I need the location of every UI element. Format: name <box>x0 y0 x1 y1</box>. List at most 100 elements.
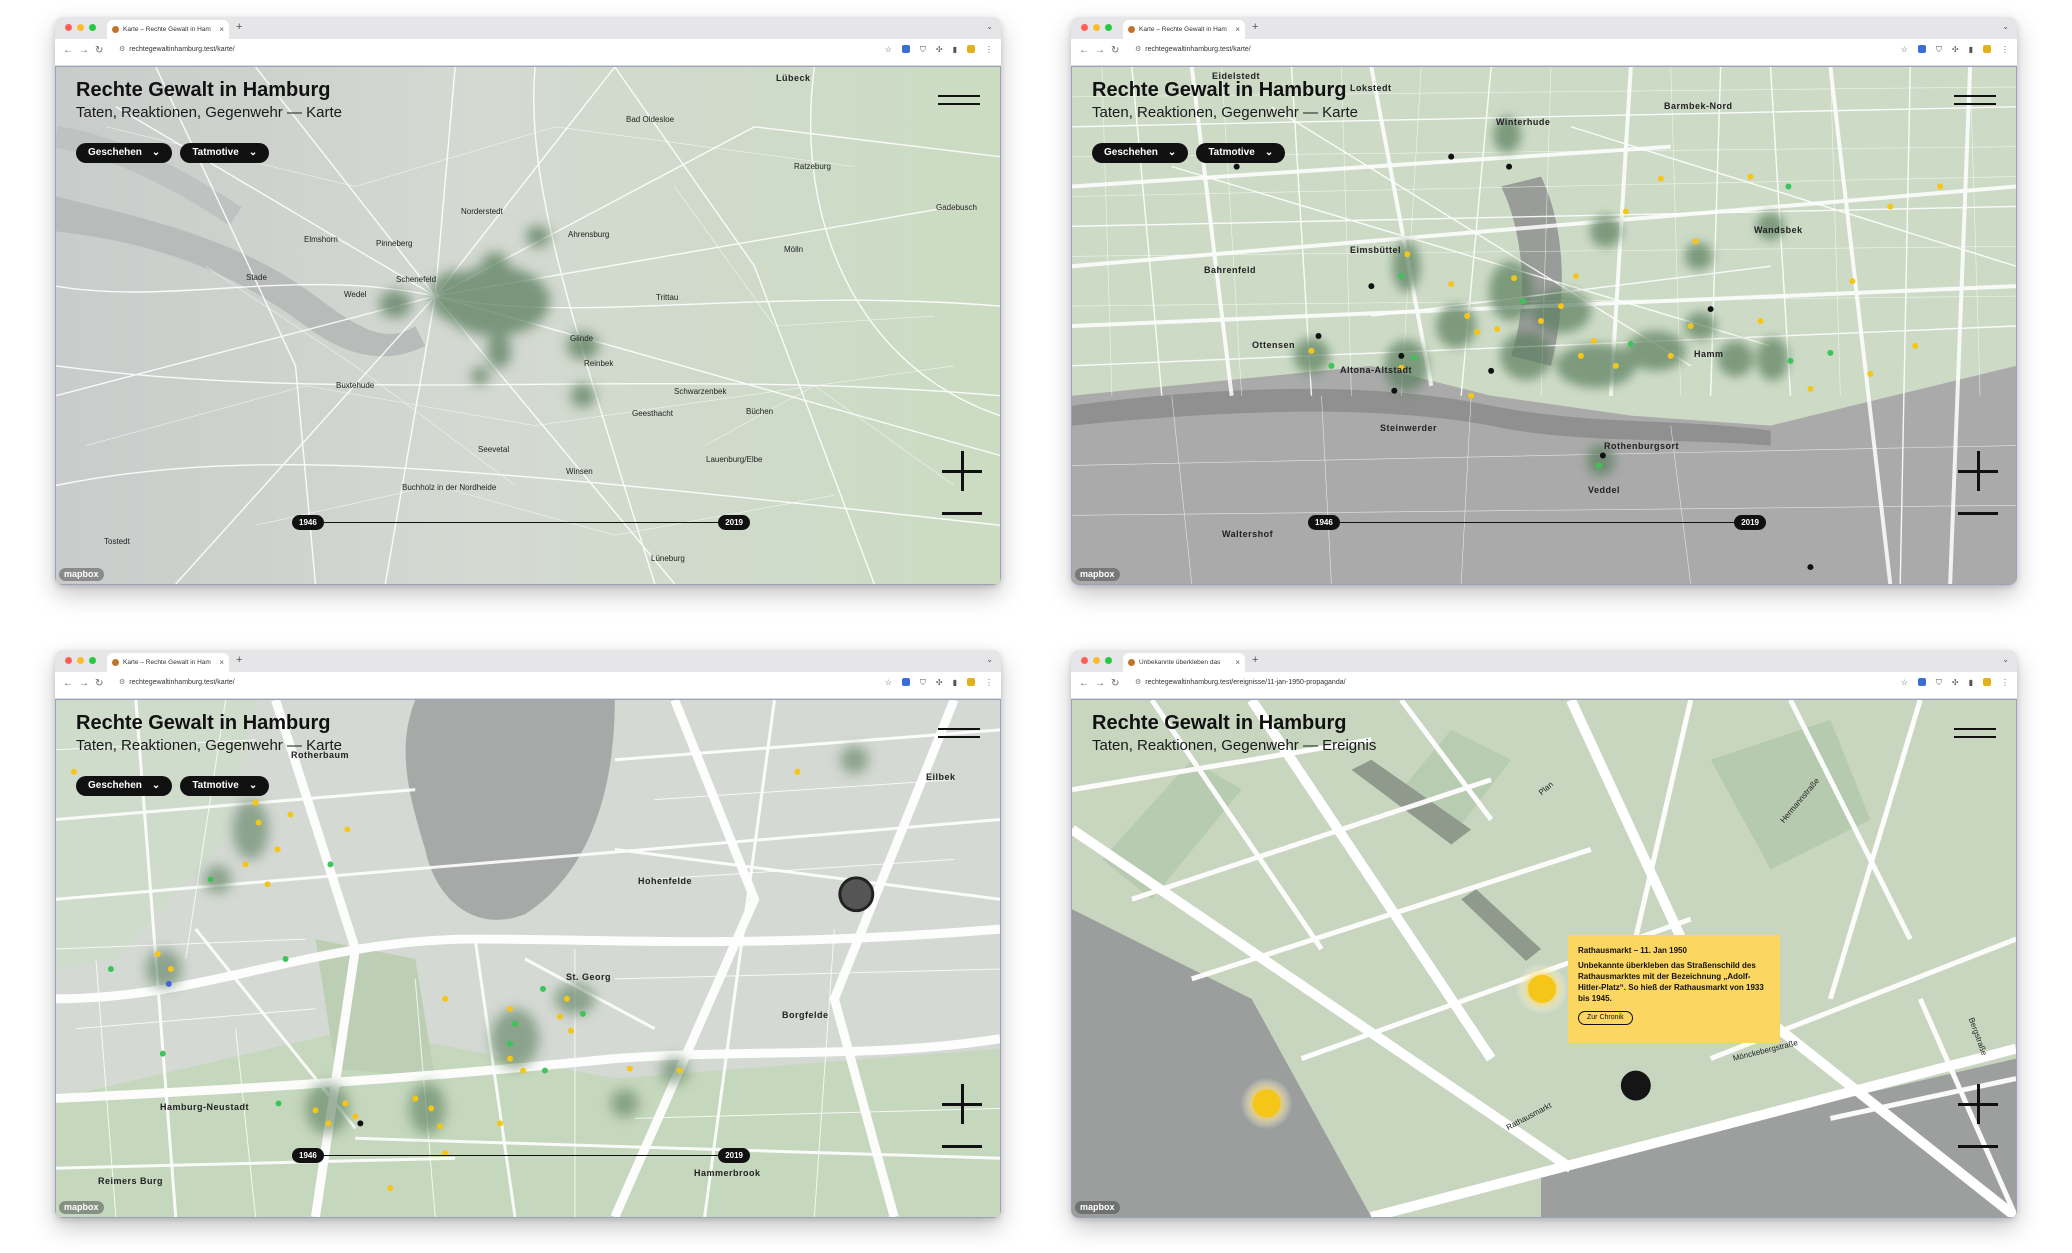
sidebar-icon[interactable]: ▮ <box>1969 678 1973 688</box>
close-window-button[interactable] <box>65 657 72 664</box>
map-canvas[interactable]: Eidelstedt Lokstedt Winterhude Barmbek-N… <box>1071 66 2017 585</box>
maximize-window-button[interactable] <box>89 24 96 31</box>
more-menu-icon[interactable]: ⋮ <box>985 678 993 688</box>
more-menu-icon[interactable]: ⋮ <box>985 45 993 55</box>
site-info-icon[interactable]: ⚙ <box>1135 679 1141 686</box>
filter-geschehen-button[interactable]: Geschehen ⌄ <box>76 776 173 796</box>
filter-geschehen-button[interactable]: Geschehen ⌄ <box>76 143 173 163</box>
close-tab-icon[interactable]: × <box>1235 653 1240 672</box>
browser-tab[interactable]: Karte – Rechte Gewalt in Ham × <box>107 20 229 39</box>
site-info-icon[interactable]: ⚙ <box>119 679 125 686</box>
browser-tab[interactable]: Karte – Rechte Gewalt in Ham × <box>1123 20 1245 39</box>
maximize-window-button[interactable] <box>1105 24 1112 31</box>
site-title[interactable]: Rechte Gewalt in Hamburg <box>76 79 331 102</box>
timeline-slider[interactable]: 1946 2019 <box>292 1148 750 1164</box>
back-icon[interactable]: ← <box>1079 678 1089 689</box>
timeline-slider[interactable]: 1946 2019 <box>292 515 750 531</box>
close-tab-icon[interactable]: × <box>219 20 224 39</box>
bookmark-star-icon[interactable]: ☆ <box>1901 45 1908 55</box>
extension-icon[interactable] <box>1917 45 1926 53</box>
filter-geschehen-button[interactable]: Geschehen ⌄ <box>1092 143 1189 163</box>
filter-tatmotive-button[interactable]: Tatmotive ⌄ <box>180 143 270 163</box>
address-bar[interactable]: ⚙ rechtegewaltinhamburg.test/ereignisse/1… <box>1135 678 1346 686</box>
sidebar-icon[interactable]: ▮ <box>953 45 957 55</box>
map-canvas[interactable]: Rotherbaum Eilbek Hohenfelde St. Georg B… <box>55 699 1001 1218</box>
zoom-in-button[interactable] <box>942 1084 982 1124</box>
menu-hamburger-icon[interactable] <box>1954 728 1996 744</box>
reload-icon[interactable]: ↻ <box>1111 45 1119 56</box>
puzzle-icon[interactable]: ✣ <box>1952 678 1959 688</box>
back-icon[interactable]: ← <box>1079 45 1089 56</box>
browser-tab[interactable]: Karte – Rechte Gewalt in Ham × <box>107 653 229 672</box>
menu-hamburger-icon[interactable] <box>938 95 980 111</box>
extension-icon[interactable] <box>901 45 910 53</box>
map-canvas[interactable]: Lübeck Bad Oldesloe Ratzeburg Mölln Pinn… <box>55 66 1001 585</box>
address-bar[interactable]: ⚙ rechtegewaltinhamburg.test/karte/ <box>119 678 235 686</box>
more-menu-icon[interactable]: ⋮ <box>2001 45 2009 55</box>
new-tab-icon[interactable]: + <box>1252 21 1258 33</box>
mapbox-logo[interactable]: mapbox <box>1075 1201 1120 1214</box>
back-icon[interactable]: ← <box>63 678 73 689</box>
timeline-end-handle[interactable]: 2019 <box>718 1148 750 1163</box>
zoom-out-button[interactable] <box>942 493 982 533</box>
mapbox-logo[interactable]: mapbox <box>59 568 104 581</box>
shield-icon[interactable]: ⛉ <box>1936 678 1942 688</box>
timeline-start-handle[interactable]: 1946 <box>292 515 324 530</box>
puzzle-icon[interactable]: ✣ <box>936 45 943 55</box>
address-bar[interactable]: ⚙ rechtegewaltinhamburg.test/karte/ <box>119 45 235 53</box>
tab-menu-icon[interactable]: ⌄ <box>2002 655 2009 664</box>
close-window-button[interactable] <box>65 24 72 31</box>
profile-avatar[interactable] <box>1983 678 1991 686</box>
site-info-icon[interactable]: ⚙ <box>1135 46 1141 53</box>
reload-icon[interactable]: ↻ <box>95 678 103 689</box>
zoom-in-button[interactable] <box>1958 451 1998 491</box>
minimize-window-button[interactable] <box>1093 657 1100 664</box>
menu-hamburger-icon[interactable] <box>1954 95 1996 111</box>
bookmark-star-icon[interactable]: ☆ <box>1901 678 1908 688</box>
filter-tatmotive-button[interactable]: Tatmotive ⌄ <box>1196 143 1286 163</box>
sidebar-icon[interactable]: ▮ <box>1969 45 1973 55</box>
close-tab-icon[interactable]: × <box>1235 20 1240 39</box>
bookmark-star-icon[interactable]: ☆ <box>885 678 892 688</box>
new-tab-icon[interactable]: + <box>1252 654 1258 666</box>
browser-tab[interactable]: Unbekannte überkleben das × <box>1123 653 1245 672</box>
reload-icon[interactable]: ↻ <box>1111 678 1119 689</box>
reload-icon[interactable]: ↻ <box>95 45 103 56</box>
address-bar[interactable]: ⚙ rechtegewaltinhamburg.test/karte/ <box>1135 45 1251 53</box>
maximize-window-button[interactable] <box>1105 657 1112 664</box>
forward-icon[interactable]: → <box>1095 678 1105 689</box>
new-tab-icon[interactable]: + <box>236 654 242 666</box>
zoom-in-button[interactable] <box>942 451 982 491</box>
bookmark-star-icon[interactable]: ☆ <box>885 45 892 55</box>
timeline-end-handle[interactable]: 2019 <box>1734 515 1766 530</box>
new-tab-icon[interactable]: + <box>236 21 242 33</box>
shield-icon[interactable]: ⛉ <box>920 678 926 688</box>
tab-menu-icon[interactable]: ⌄ <box>2002 22 2009 31</box>
puzzle-icon[interactable]: ✣ <box>1952 45 1959 55</box>
puzzle-icon[interactable]: ✣ <box>936 678 943 688</box>
timeline-end-handle[interactable]: 2019 <box>718 515 750 530</box>
close-window-button[interactable] <box>1081 657 1088 664</box>
timeline-slider[interactable]: 1946 2019 <box>1308 515 1766 531</box>
tab-menu-icon[interactable]: ⌄ <box>986 655 993 664</box>
site-title[interactable]: Rechte Gewalt in Hamburg <box>1092 712 1347 735</box>
shield-icon[interactable]: ⛉ <box>1936 45 1942 55</box>
tab-menu-icon[interactable]: ⌄ <box>986 22 993 31</box>
map-canvas[interactable]: Mönckebergstraße Bergstraße Rathausmarkt… <box>1071 699 2017 1218</box>
sidebar-icon[interactable]: ▮ <box>953 678 957 688</box>
timeline-start-handle[interactable]: 1946 <box>292 1148 324 1163</box>
timeline-start-handle[interactable]: 1946 <box>1308 515 1340 530</box>
minimize-window-button[interactable] <box>1093 24 1100 31</box>
minimize-window-button[interactable] <box>77 24 84 31</box>
menu-hamburger-icon[interactable] <box>938 728 980 744</box>
zoom-in-button[interactable] <box>1958 1084 1998 1124</box>
mapbox-logo[interactable]: mapbox <box>1075 568 1120 581</box>
profile-avatar[interactable] <box>967 45 975 53</box>
close-tab-icon[interactable]: × <box>219 653 224 672</box>
profile-avatar[interactable] <box>1983 45 1991 53</box>
zoom-out-button[interactable] <box>1958 1126 1998 1166</box>
zur-chronik-button[interactable]: Zur Chronik <box>1578 1011 1633 1025</box>
profile-avatar[interactable] <box>967 678 975 686</box>
site-title[interactable]: Rechte Gewalt in Hamburg <box>1092 79 1347 102</box>
close-window-button[interactable] <box>1081 24 1088 31</box>
